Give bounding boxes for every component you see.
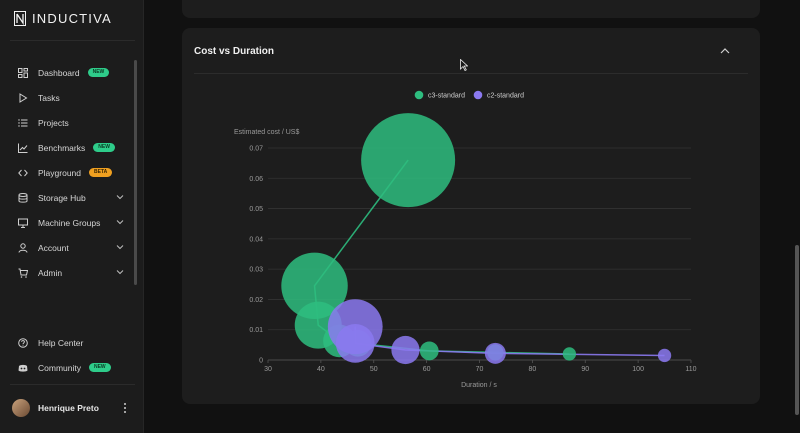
data-point-c3-standard: [361, 113, 456, 208]
y-tick-label: 0.07: [249, 146, 263, 153]
mouse-cursor-icon: [460, 59, 468, 71]
x-tick-label: 80: [528, 366, 536, 373]
legend-marker-c2-standard: [473, 90, 483, 100]
app-window: INDUCTIVA Dashboard NEW Tasks Projects Bench…: [0, 0, 800, 433]
data-point-c3-standard: [562, 347, 577, 361]
page-scrollbar[interactable]: [795, 245, 799, 415]
y-tick-label: 0.03: [249, 267, 263, 274]
y-tick-label: 0.02: [249, 297, 263, 304]
x-tick-label: 40: [317, 366, 325, 373]
x-tick-label: 70: [476, 366, 484, 373]
data-point-c2-standard: [335, 323, 375, 363]
data-point-c2-standard: [657, 348, 672, 363]
data-point-c2-standard: [391, 335, 420, 365]
y-tick-label: 0: [259, 358, 263, 365]
x-axis-label: Duration / s: [461, 382, 497, 389]
legend-label-c2-standard: c2-standard: [487, 93, 524, 100]
x-tick-label: 30: [264, 366, 272, 373]
x-tick-label: 90: [581, 366, 589, 373]
x-tick-label: 60: [423, 366, 431, 373]
y-tick-label: 0.06: [249, 176, 263, 183]
y-axis-label: Estimated cost / US$: [234, 129, 299, 136]
y-tick-label: 0.01: [249, 327, 263, 334]
data-point-c3-standard: [419, 341, 439, 361]
data-point-c2-standard: [484, 342, 506, 364]
x-tick-label: 100: [632, 366, 644, 373]
x-tick-label: 110: [685, 366, 696, 373]
y-tick-label: 0.04: [249, 236, 263, 243]
legend-label-c3-standard: c3-standard: [428, 93, 465, 100]
y-tick-label: 0.05: [249, 206, 263, 213]
x-tick-label: 50: [370, 366, 378, 373]
legend-marker-c3-standard: [414, 90, 424, 100]
cost-vs-duration-chart: 0 0.01 0.02 0.03 0.04 0.05 0.06 0.07 30 40 50 60 70 8…: [234, 90, 697, 389]
